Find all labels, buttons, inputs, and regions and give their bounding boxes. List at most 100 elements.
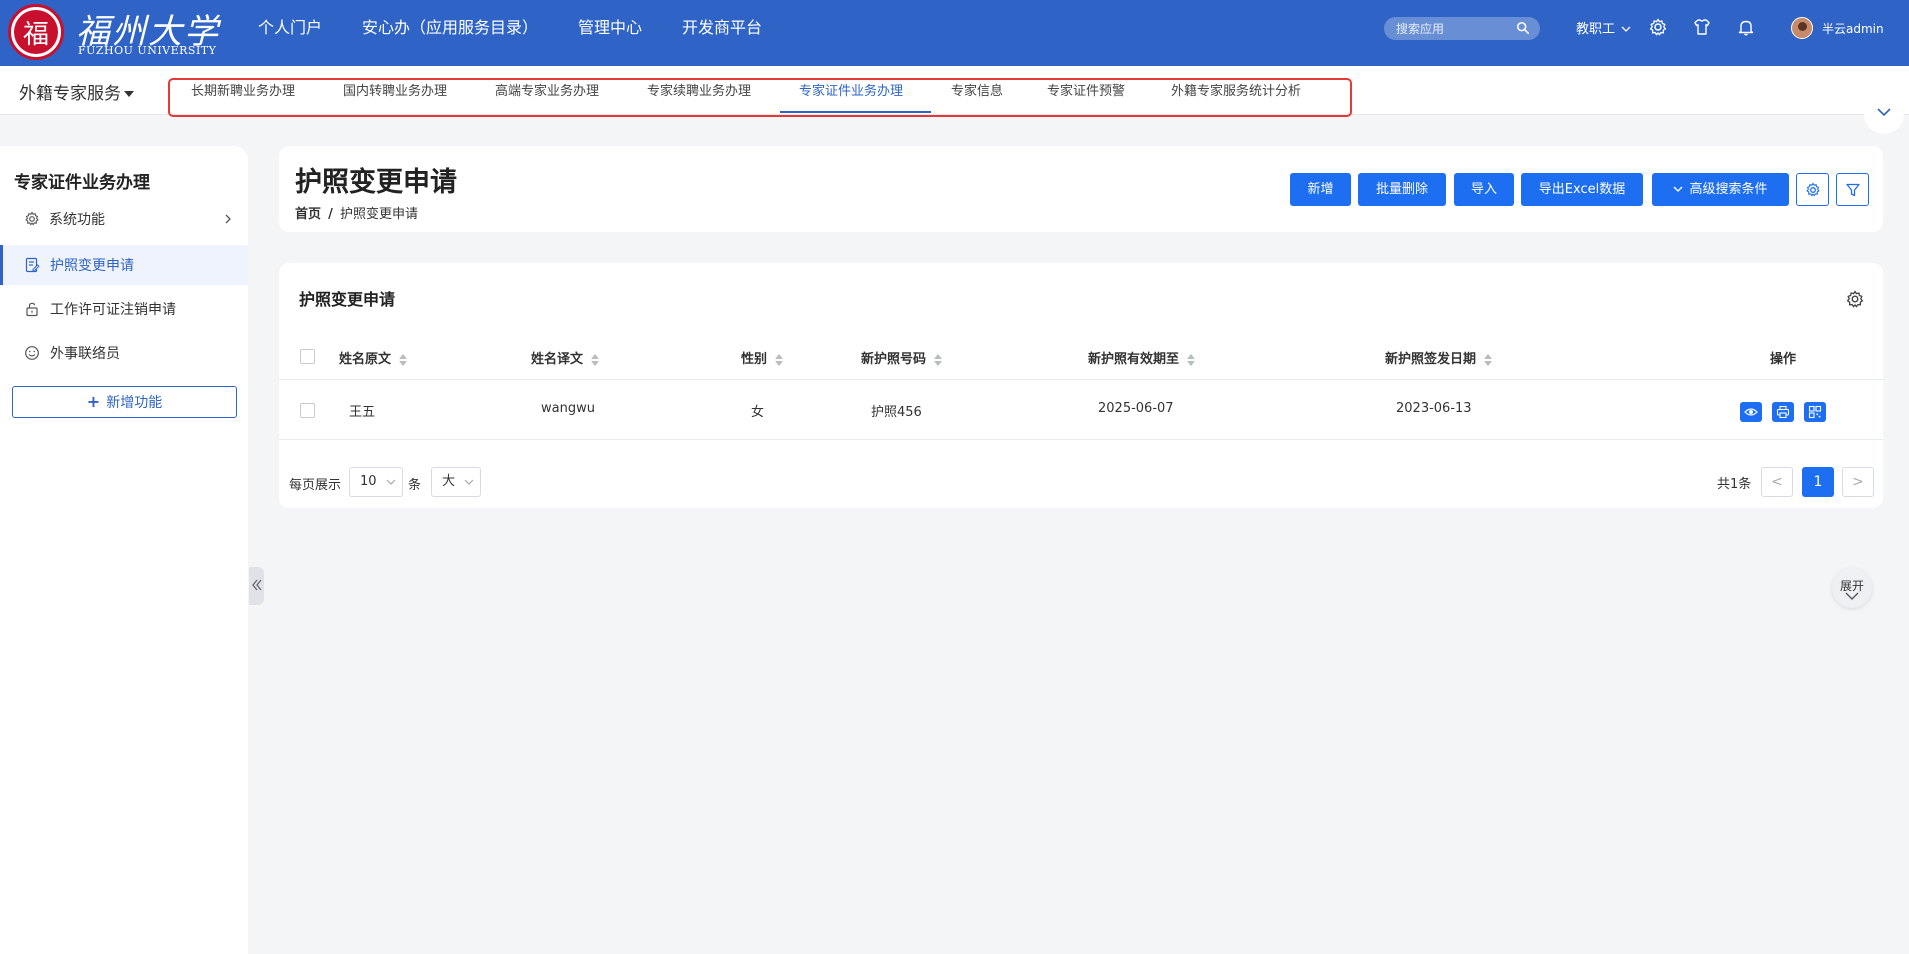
notification-bell-icon[interactable] xyxy=(1736,17,1756,37)
form-icon xyxy=(25,257,40,273)
top-nav-service-catalog[interactable]: 安心办（应用服务目录） xyxy=(362,0,538,56)
sort-icon[interactable] xyxy=(1187,353,1196,366)
advanced-search-button[interactable]: 高级搜索条件 xyxy=(1652,173,1789,206)
select-all-checkbox[interactable] xyxy=(300,349,315,364)
breadcrumb: 首页 / 护照变更申请 xyxy=(295,203,418,222)
sidebar-title: 专家证件业务办理 xyxy=(14,173,150,193)
sort-icon[interactable] xyxy=(591,353,600,366)
table-row[interactable]: 王五 wangwu 女 护照456 2025-06-07 2023-06-13 xyxy=(279,381,1883,440)
column-header-passport-number[interactable]: 新护照号码 xyxy=(861,348,943,367)
column-header-label: 姓名原文 xyxy=(339,352,392,367)
role-label: 教职工 xyxy=(1576,22,1616,37)
batch-delete-button[interactable]: 批量删除 xyxy=(1358,173,1446,206)
sidebar-item-label: 护照变更申请 xyxy=(50,258,134,274)
username[interactable]: 半云admin xyxy=(1822,20,1884,37)
table-size-select[interactable]: 大 xyxy=(431,467,481,497)
sidebar-item-foreign-affairs-liaison[interactable]: 外事联络员 xyxy=(0,333,248,373)
sidebar-item-label: 外事联络员 xyxy=(50,346,120,362)
app-search-input[interactable] xyxy=(1396,20,1508,37)
next-page-button[interactable]: > xyxy=(1842,467,1874,497)
add-function-button[interactable]: + 新增功能 xyxy=(12,386,237,418)
row-checkbox[interactable] xyxy=(300,403,315,418)
sort-icon[interactable] xyxy=(1484,353,1493,366)
breadcrumb-home[interactable]: 首页 xyxy=(295,207,321,222)
table-title: 护照变更申请 xyxy=(299,290,396,309)
tab-renewal[interactable]: 专家续聘业务办理 xyxy=(647,80,751,99)
column-header-name-original[interactable]: 姓名原文 xyxy=(339,348,408,367)
top-nav-admin-center[interactable]: 管理中心 xyxy=(578,0,642,56)
sort-icon[interactable] xyxy=(934,353,943,366)
view-button[interactable] xyxy=(1740,402,1762,422)
table-card: 护照变更申请 姓名原文 姓名译文 性别 新护照号码 新护照有效期至 新护照签发日… xyxy=(279,263,1883,508)
gear-icon xyxy=(1806,182,1820,197)
module-switcher[interactable]: 外籍专家服务 xyxy=(19,79,134,104)
cell-name-original: 王五 xyxy=(349,405,376,420)
sidebar-collapse-toggle[interactable] xyxy=(249,567,264,605)
cell-passport-issue-date: 2023-06-13 xyxy=(1396,401,1472,416)
gear-icon xyxy=(25,211,39,226)
column-header-actions: 操作 xyxy=(1770,352,1797,367)
tab-long-term-hire[interactable]: 长期新聘业务办理 xyxy=(191,80,295,99)
tab-expert-info[interactable]: 专家信息 xyxy=(951,80,1003,99)
settings-gear-icon[interactable] xyxy=(1648,17,1668,37)
sort-icon[interactable] xyxy=(775,353,784,366)
column-header-label: 新护照签发日期 xyxy=(1385,352,1477,367)
total-count: 共1条 xyxy=(1717,477,1752,492)
breadcrumb-separator: / xyxy=(328,207,333,222)
qrcode-button[interactable] xyxy=(1804,402,1826,422)
tab-high-end-expert[interactable]: 高端专家业务办理 xyxy=(495,80,599,99)
top-bar: 福 福州大学 FUZHOU UNIVERSITY 个人门户 安心办（应用服务目录… xyxy=(0,0,1909,66)
tab-statistics[interactable]: 外籍专家服务统计分析 xyxy=(1171,80,1301,99)
user-avatar[interactable] xyxy=(1791,17,1813,39)
printer-icon xyxy=(1776,405,1790,419)
chevron-down-icon xyxy=(1673,186,1683,192)
table-header-row: 姓名原文 姓名译文 性别 新护照号码 新护照有效期至 新护照签发日期 操作 xyxy=(279,333,1883,380)
add-function-label: 新增功能 xyxy=(106,395,163,411)
per-page-select[interactable]: 10 xyxy=(349,467,403,497)
prev-page-button[interactable]: < xyxy=(1761,467,1793,497)
sidebar-item-passport-change[interactable]: 护照变更申请 xyxy=(0,245,248,285)
app-search xyxy=(1384,17,1540,40)
export-excel-button[interactable]: 导出Excel数据 xyxy=(1521,173,1643,206)
page-title: 护照变更申请 xyxy=(295,167,457,198)
top-nav-portal[interactable]: 个人门户 xyxy=(258,0,322,56)
page-1-button[interactable]: 1 xyxy=(1802,467,1834,497)
chevron-right-icon xyxy=(225,214,231,224)
chevron-down-icon xyxy=(1621,26,1631,32)
unlock-icon xyxy=(26,302,38,317)
tab-expert-certificates[interactable]: 专家证件业务办理 xyxy=(799,80,903,99)
breadcrumb-current: 护照变更申请 xyxy=(340,207,419,222)
per-page-label: 每页展示 xyxy=(289,478,342,493)
collapse-header-button[interactable] xyxy=(1864,94,1904,134)
sidebar-item-work-permit-cancel[interactable]: 工作许可证注销申请 xyxy=(0,289,248,329)
role-switcher[interactable]: 教职工 xyxy=(1576,18,1631,37)
chevron-down-icon xyxy=(1877,108,1891,117)
chevron-down-icon xyxy=(386,479,396,485)
top-nav-developer-platform[interactable]: 开发商平台 xyxy=(682,0,762,56)
sidebar-item-system-functions[interactable]: 系统功能 xyxy=(0,199,248,239)
tab-domestic-transfer[interactable]: 国内转聘业务办理 xyxy=(343,80,447,99)
advanced-search-label: 高级搜索条件 xyxy=(1689,182,1768,197)
tab-certificate-warning[interactable]: 专家证件预警 xyxy=(1047,80,1125,99)
add-button[interactable]: 新增 xyxy=(1290,173,1351,206)
eye-icon xyxy=(1744,408,1758,416)
column-header-gender[interactable]: 性别 xyxy=(741,348,784,367)
import-button[interactable]: 导入 xyxy=(1454,173,1514,206)
cell-passport-expiry: 2025-06-07 xyxy=(1098,401,1174,416)
smile-icon xyxy=(25,346,39,360)
theme-shirt-icon[interactable] xyxy=(1692,17,1712,37)
filter-button[interactable] xyxy=(1836,173,1869,206)
column-header-name-translated[interactable]: 姓名译文 xyxy=(531,348,600,367)
column-header-passport-expiry[interactable]: 新护照有效期至 xyxy=(1088,348,1196,367)
print-button[interactable] xyxy=(1772,402,1794,422)
sort-icon[interactable] xyxy=(399,353,408,366)
float-expand-button[interactable]: 展开 xyxy=(1832,568,1872,608)
seal-char: 福 xyxy=(14,10,58,54)
column-header-passport-issue-date[interactable]: 新护照签发日期 xyxy=(1385,348,1493,367)
column-settings-button[interactable] xyxy=(1796,173,1829,206)
sidebar-item-label: 工作许可证注销申请 xyxy=(50,302,176,318)
university-seal-logo[interactable]: 福 xyxy=(8,4,64,60)
search-icon[interactable] xyxy=(1516,21,1530,35)
filter-funnel-icon xyxy=(1846,183,1860,197)
table-settings-gear-icon[interactable] xyxy=(1845,289,1865,309)
